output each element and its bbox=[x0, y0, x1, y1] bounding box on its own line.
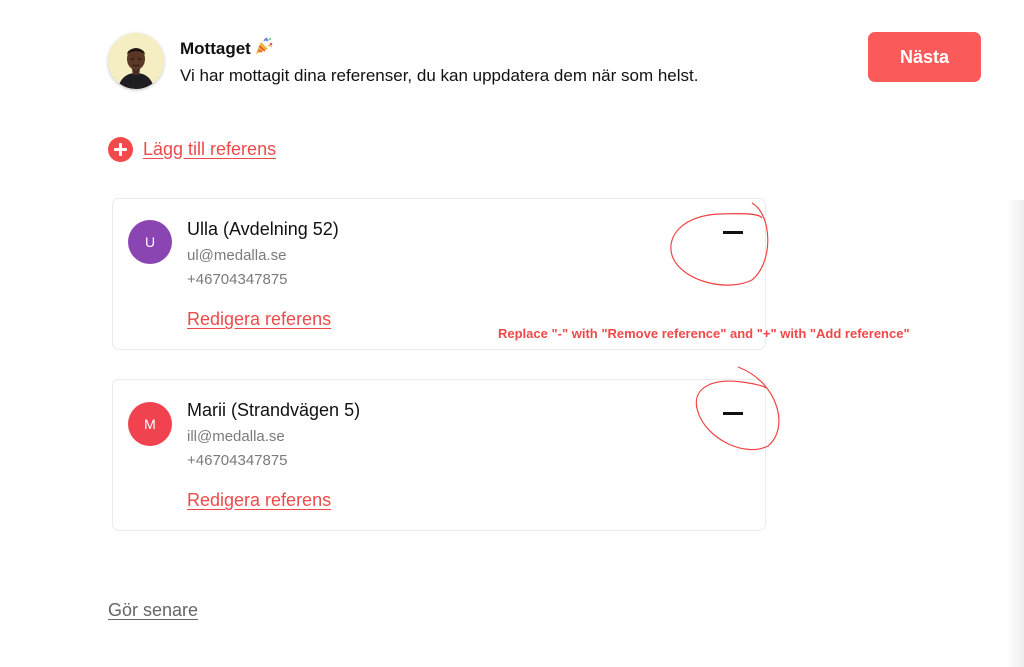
add-reference-label: Lägg till referens bbox=[143, 138, 277, 159]
add-reference-link[interactable]: Lägg till referens bbox=[108, 136, 276, 162]
reference-name: Marii (Strandvägen 5) bbox=[187, 400, 361, 420]
reference-phone: +46704347875 bbox=[187, 271, 288, 288]
reference-initial-avatar: M bbox=[128, 402, 172, 446]
annotation-note: Replace "-" with "Remove reference" and … bbox=[498, 326, 910, 341]
remove-reference-button[interactable] bbox=[721, 221, 745, 245]
right-edge-shadow bbox=[1006, 200, 1024, 667]
next-button[interactable]: Nästa bbox=[868, 32, 981, 82]
party-popper-icon bbox=[254, 36, 274, 61]
edit-reference-link[interactable]: Redigera referens bbox=[187, 490, 331, 511]
header-subtitle: Vi har mottagit dina referenser, du kan … bbox=[180, 66, 699, 85]
header-title: Mottaget bbox=[180, 36, 274, 61]
user-avatar bbox=[108, 33, 164, 89]
reference-name: Ulla (Avdelning 52) bbox=[187, 219, 339, 239]
reference-email: ul@medalla.se bbox=[187, 247, 287, 264]
header-title-text: Mottaget bbox=[180, 39, 251, 58]
plus-circle-icon bbox=[108, 136, 133, 162]
edit-reference-link[interactable]: Redigera referens bbox=[187, 309, 331, 330]
remove-reference-button[interactable] bbox=[721, 402, 745, 426]
reference-card: M Marii (Strandvägen 5) ill@medalla.se +… bbox=[112, 379, 766, 531]
do-later-link[interactable]: Gör senare bbox=[108, 600, 198, 621]
reference-initial-avatar: U bbox=[128, 220, 172, 264]
reference-phone: +46704347875 bbox=[187, 452, 288, 469]
reference-email: ill@medalla.se bbox=[187, 428, 285, 445]
person-photo-icon bbox=[108, 33, 164, 89]
confirmation-header: Mottaget Vi har mottagit dina referenser… bbox=[108, 32, 988, 93]
